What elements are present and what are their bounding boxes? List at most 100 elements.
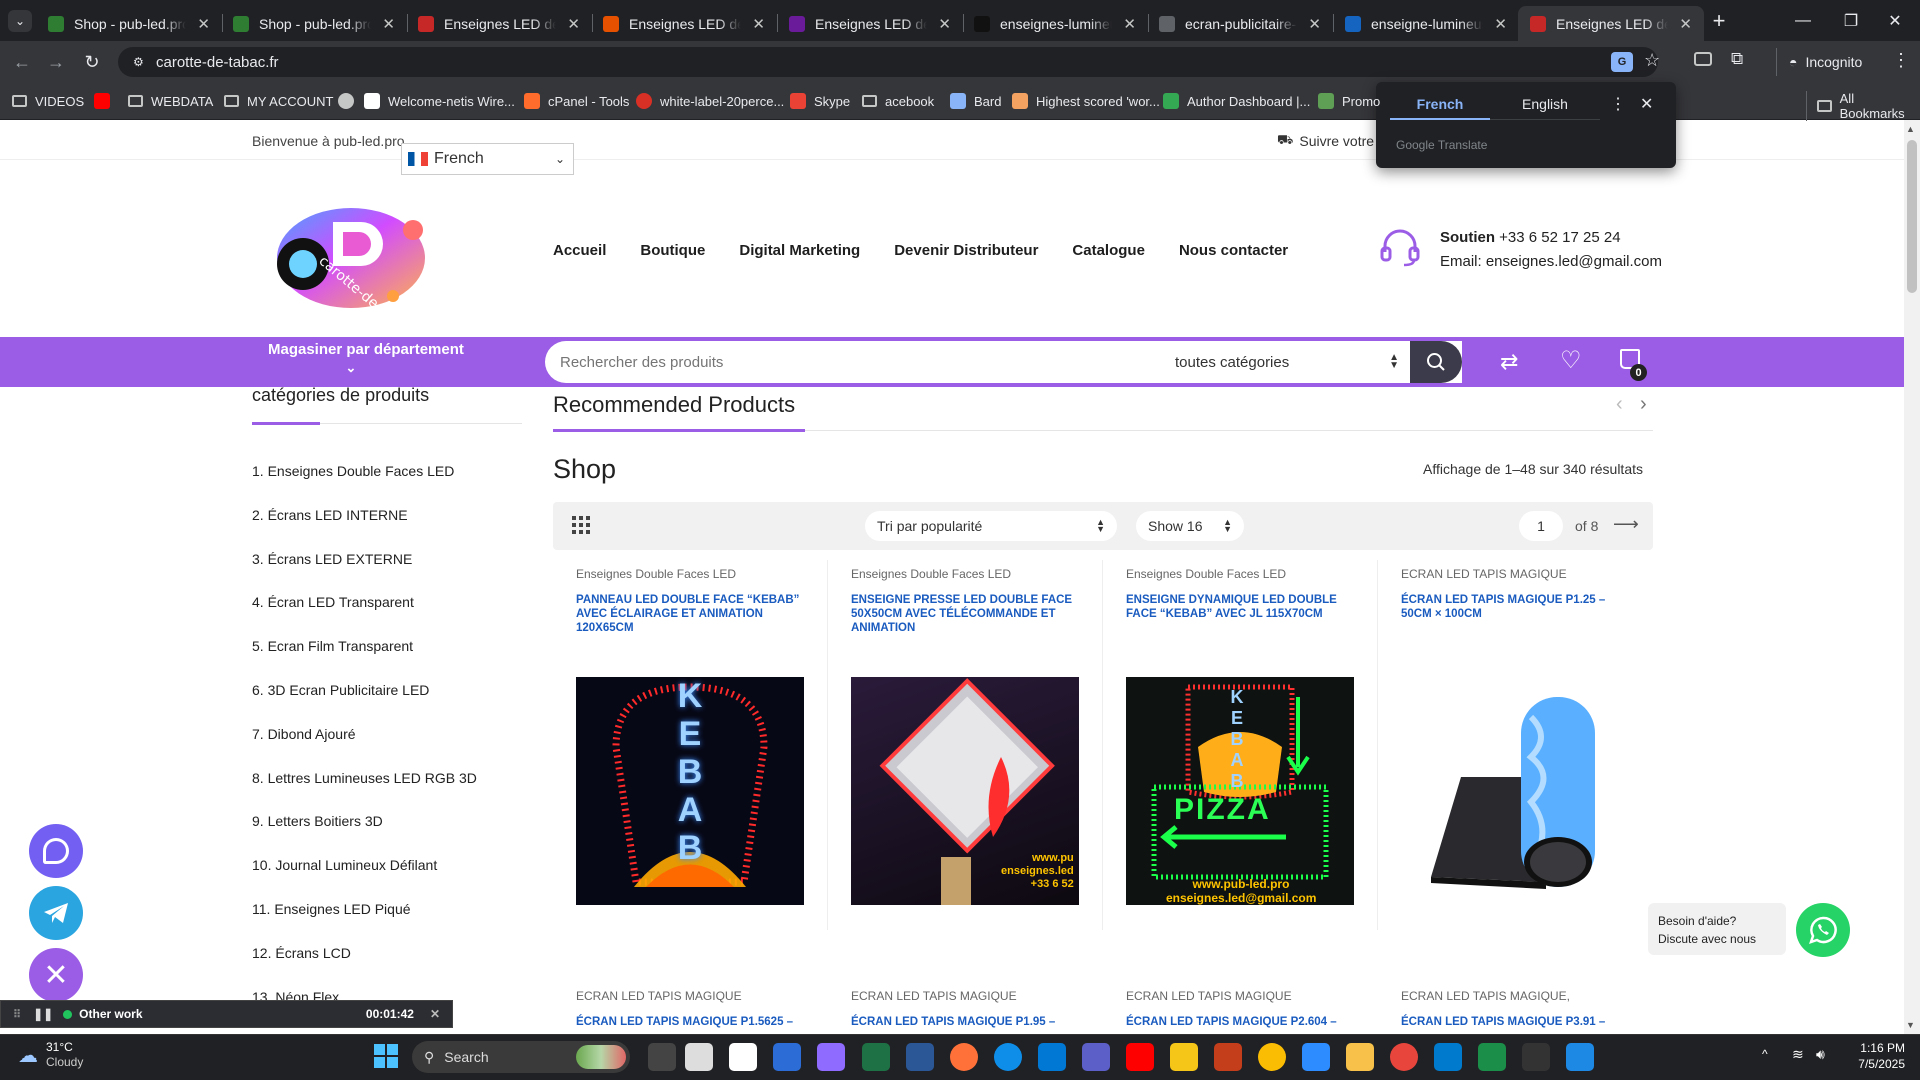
tab-close-icon[interactable]: ✕ bbox=[567, 15, 580, 33]
product-image-presse[interactable]: www.pu enseignes.led +33 6 52 bbox=[851, 677, 1079, 905]
chrome-active-icon[interactable] bbox=[1390, 1043, 1418, 1071]
bookmark-item[interactable]: acebook bbox=[862, 90, 934, 112]
category-select[interactable]: toutes catégories ▲ ▼ bbox=[1165, 346, 1405, 378]
page-number-input[interactable]: 1 bbox=[1519, 511, 1563, 541]
product-title[interactable]: ÉCRAN LED TAPIS MAGIQUE P1.5625 – bbox=[576, 1015, 804, 1029]
bookmark-star-icon[interactable]: ☆ bbox=[1644, 50, 1660, 71]
tab-close-icon[interactable]: ✕ bbox=[1679, 15, 1692, 33]
tab-search-button[interactable]: ⌄ bbox=[8, 10, 32, 32]
category-link[interactable]: 10. Journal Lumineux Défilant bbox=[252, 857, 437, 873]
product-category[interactable]: ECRAN LED TAPIS MAGIQUE bbox=[851, 989, 1079, 1003]
youtube-icon[interactable] bbox=[1126, 1043, 1154, 1071]
start-icon[interactable] bbox=[374, 1044, 398, 1068]
bookmark-item[interactable]: Skype bbox=[790, 90, 850, 112]
nav-link[interactable]: Catalogue bbox=[1072, 242, 1145, 259]
new-tab-button[interactable]: + bbox=[1706, 8, 1732, 34]
all-bookmarks[interactable]: All Bookmarks bbox=[1806, 91, 1920, 121]
product-category[interactable]: Enseignes Double Faces LED bbox=[1126, 567, 1354, 581]
tab-close-icon[interactable]: ✕ bbox=[1494, 15, 1507, 33]
next-page-icon[interactable]: ⟶ bbox=[1613, 514, 1639, 535]
tab-close-icon[interactable]: ✕ bbox=[382, 15, 395, 33]
tab-close-icon[interactable]: ✕ bbox=[1308, 15, 1321, 33]
translate-close-icon[interactable]: ✕ bbox=[1640, 94, 1653, 114]
category-link[interactable]: 2. Écrans LED INTERNE bbox=[252, 507, 408, 523]
file-explorer-icon[interactable] bbox=[1346, 1043, 1374, 1071]
outlook-icon[interactable] bbox=[1038, 1043, 1066, 1071]
chrome-icon[interactable] bbox=[1258, 1043, 1286, 1071]
whatsapp-button[interactable] bbox=[1796, 903, 1850, 957]
site-logo[interactable]: carotte-de-tabac bbox=[263, 200, 433, 340]
tab-close-icon[interactable]: ✕ bbox=[938, 15, 951, 33]
weather-widget[interactable]: ☁ 31°C Cloudy bbox=[18, 1040, 83, 1070]
product-category[interactable]: Enseignes Double Faces LED bbox=[851, 567, 1079, 581]
site-info-icon[interactable]: ⚙ bbox=[133, 55, 147, 69]
edge-icon[interactable] bbox=[994, 1043, 1022, 1071]
bookmark-item[interactable]: cPanel - Tools bbox=[524, 90, 629, 112]
compare-icon[interactable]: ⇄ bbox=[1500, 349, 1518, 375]
tab-close-icon[interactable]: ✕ bbox=[1123, 15, 1136, 33]
address-bar[interactable]: carotte-de-tabac.fr bbox=[118, 47, 1658, 77]
product-category[interactable]: ECRAN LED TAPIS MAGIQUE bbox=[1401, 567, 1629, 581]
help-bubble[interactable]: Besoin d'aide? Discute avec nous bbox=[1648, 903, 1786, 955]
nav-link[interactable]: Boutique bbox=[640, 242, 705, 259]
product-image-kebab[interactable]: KEBAB bbox=[576, 677, 804, 905]
remote-desktop-icon[interactable] bbox=[1566, 1043, 1594, 1071]
product-title[interactable]: ÉCRAN LED TAPIS MAGIQUE P3.91 – bbox=[1401, 1015, 1629, 1029]
task-view-icon[interactable] bbox=[685, 1043, 713, 1071]
support-email[interactable]: Email: enseignes.led@gmail.com bbox=[1440, 253, 1662, 270]
wifi-icon[interactable]: ≋ bbox=[1792, 1046, 1804, 1063]
volume-icon[interactable]: 🔊︎ bbox=[1816, 1046, 1825, 1063]
product-category[interactable]: ECRAN LED TAPIS MAGIQUE, bbox=[1401, 989, 1629, 1003]
product-title[interactable]: ÉCRAN LED TAPIS MAGIQUE P1.25 – 50cm × 1… bbox=[1401, 593, 1629, 621]
grid-view-icon[interactable] bbox=[572, 516, 590, 534]
category-link[interactable]: 5. Ecran Film Transparent bbox=[252, 638, 413, 654]
bookmark-item[interactable]: Welcome-netis Wire... bbox=[364, 90, 515, 112]
category-link[interactable]: 4. Écran LED Transparent bbox=[252, 594, 414, 610]
next-arrow-icon[interactable]: › bbox=[1640, 393, 1647, 416]
product-image-tapis[interactable] bbox=[1401, 677, 1629, 905]
incognito-button[interactable]: ◓ Incognito bbox=[1776, 48, 1898, 76]
tab-close-icon[interactable]: ✕ bbox=[197, 15, 210, 33]
timer-widget[interactable]: ⠿ ❚❚ Other work 00:01:42 ✕ bbox=[0, 1000, 453, 1028]
pause-icon[interactable]: ❚❚ bbox=[33, 1007, 53, 1021]
nav-link[interactable]: Digital Marketing bbox=[739, 242, 860, 259]
firefox-icon[interactable] bbox=[950, 1043, 978, 1071]
bookmark-item[interactable]: WEBDATA bbox=[128, 90, 213, 112]
product-title[interactable]: ENSEIGNE DYNAMIQUE LED DOUBLE FACE “KEBA… bbox=[1126, 593, 1354, 621]
category-link[interactable]: 11. Enseignes LED Piqué bbox=[252, 901, 411, 917]
scroll-up-icon[interactable]: ▲ bbox=[1906, 124, 1915, 134]
player-icon[interactable] bbox=[1170, 1043, 1198, 1071]
zoom-meetings-icon[interactable] bbox=[1302, 1043, 1330, 1071]
prev-arrow-icon[interactable]: ‹ bbox=[1616, 393, 1623, 416]
copilot-icon[interactable] bbox=[817, 1043, 845, 1071]
category-link[interactable]: 12. Écrans LCD bbox=[252, 945, 351, 961]
teams-icon[interactable] bbox=[1082, 1043, 1110, 1071]
zoom-icon[interactable] bbox=[729, 1043, 757, 1071]
browser-tab[interactable]: Shop - pub-led.pro ✕ bbox=[221, 6, 407, 41]
category-link[interactable]: 1. Enseignes Double Faces LED bbox=[252, 463, 454, 479]
checkmark-app-icon[interactable] bbox=[1478, 1043, 1506, 1071]
bookmark-item[interactable]: Promo bbox=[1318, 90, 1380, 112]
widgets-icon[interactable] bbox=[648, 1043, 676, 1071]
bookmark-item[interactable] bbox=[338, 90, 354, 112]
telegram-button[interactable] bbox=[29, 886, 83, 940]
track-order-link[interactable]: ⛟ Suivre votre bbox=[1277, 132, 1374, 150]
shop-by-department[interactable]: Magasiner par département ⌄ bbox=[268, 341, 464, 376]
translate-icon[interactable]: G bbox=[1611, 52, 1633, 72]
category-link[interactable]: 8. Lettres Lumineuses LED RGB 3D bbox=[252, 770, 477, 786]
taskbar-search[interactable]: ⚲ Search bbox=[412, 1041, 630, 1073]
excel-icon[interactable] bbox=[862, 1043, 890, 1071]
bookmark-item[interactable] bbox=[94, 90, 110, 112]
translate-options-icon[interactable]: ⋮ bbox=[1610, 94, 1626, 114]
translate-tab-english[interactable]: English bbox=[1490, 96, 1600, 118]
browser-tab[interactable]: ecran-publicitaire-led ✕ bbox=[1147, 6, 1333, 41]
bookmark-item[interactable]: MY ACCOUNT bbox=[224, 90, 333, 112]
powerpoint-icon[interactable] bbox=[1214, 1043, 1242, 1071]
camera-icon[interactable] bbox=[1694, 52, 1712, 66]
search-button[interactable] bbox=[1410, 341, 1462, 383]
browser-tab[interactable]: Enseignes LED de Qu ✕ bbox=[777, 6, 963, 41]
product-title[interactable]: ÉCRAN LED TAPIS MAGIQUE P1.95 – bbox=[851, 1015, 1079, 1029]
product-title[interactable]: ENSEIGNE PRESSE LED DOUBLE FACE 50X50CM … bbox=[851, 593, 1079, 635]
word-icon[interactable] bbox=[906, 1043, 934, 1071]
scrollbar-thumb[interactable] bbox=[1907, 140, 1917, 293]
